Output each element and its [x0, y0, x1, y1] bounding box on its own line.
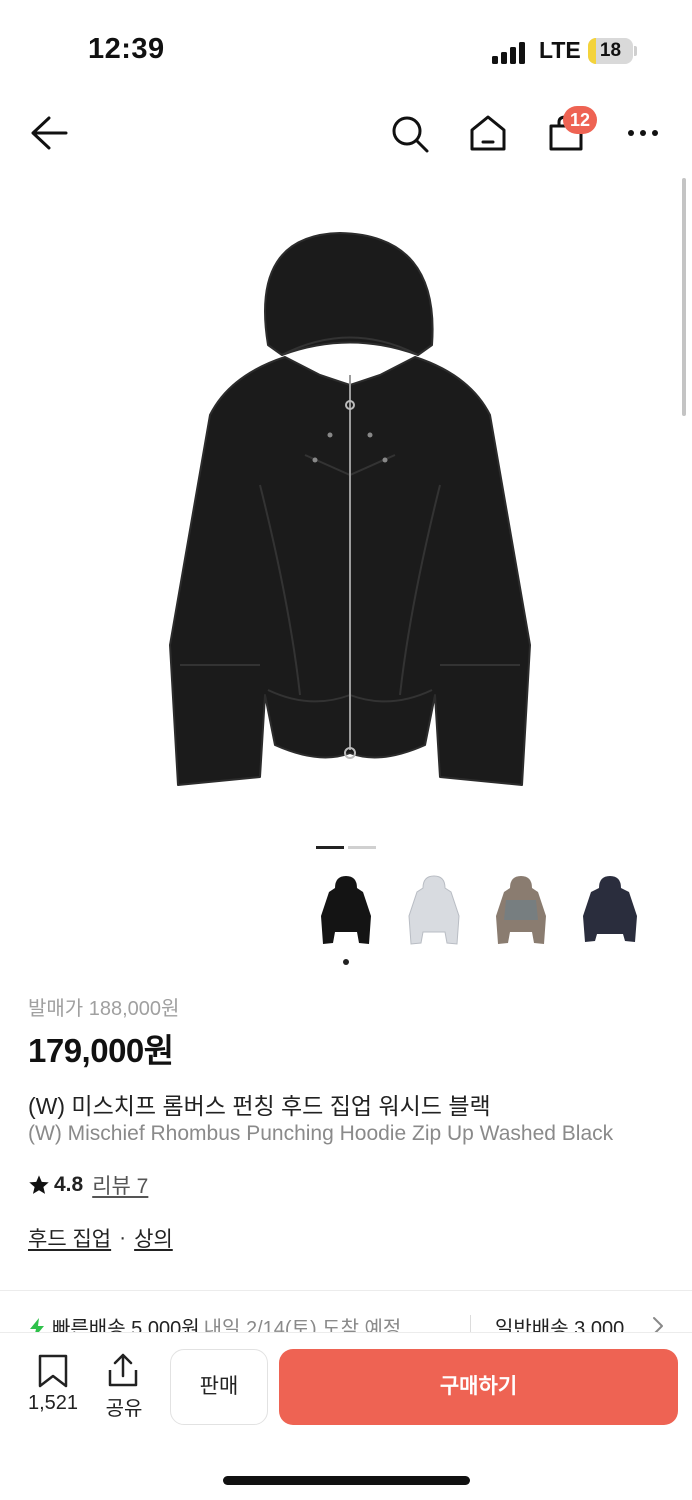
review-link[interactable]: 리뷰 7: [92, 1170, 148, 1200]
status-time: 12:39: [88, 33, 165, 65]
more-icon[interactable]: [627, 128, 659, 138]
pager-segment: [348, 846, 376, 849]
product-title-english-wrap: (W) Mischief Rhombus Punching Hoodie Zip…: [28, 1122, 692, 1152]
home-icon[interactable]: [469, 114, 507, 152]
search-icon[interactable]: [390, 114, 430, 154]
scrollbar[interactable]: [682, 178, 686, 416]
share-label: 공유: [105, 1398, 143, 1420]
product-title-korean: (W) 미스치프 롬버스 펀칭 후드 집업 워시드 블랙: [28, 1093, 491, 1119]
home-indicator[interactable]: [223, 1476, 470, 1485]
selected-thumbnail-dot: [343, 959, 349, 965]
release-price: 발매가 188,000원: [28, 998, 180, 1020]
category-breadcrumb: 후드 집업 · 상의: [28, 1223, 173, 1253]
category-link-tops[interactable]: 상의: [134, 1223, 173, 1253]
signal-strength-icon: [492, 40, 528, 64]
bookmark-icon[interactable]: [38, 1354, 68, 1388]
price: 179,000원: [28, 1032, 174, 1069]
category-separator: ·: [119, 1226, 127, 1249]
rating-value: 4.8: [54, 1173, 84, 1196]
sell-button[interactable]: 판매: [170, 1349, 268, 1425]
network-type: LTE: [539, 37, 581, 63]
cart-count-badge: 12: [563, 106, 597, 134]
battery-icon: 18: [588, 38, 633, 64]
bookmark-count: 1,521: [27, 1392, 79, 1414]
battery-tip: [634, 46, 637, 56]
status-bar: 12:39 LTE 18: [0, 0, 692, 100]
star-icon: [29, 1175, 49, 1194]
buy-button[interactable]: 구매하기: [279, 1349, 678, 1425]
thumbnail-light-grey[interactable]: [393, 870, 475, 952]
thumbnail-black[interactable]: [305, 870, 387, 952]
thumbnail-washed-brown[interactable]: [480, 870, 562, 952]
thumbnail-navy[interactable]: [569, 870, 651, 952]
share-icon[interactable]: [107, 1352, 139, 1388]
product-title-english: (W) Mischief Rhombus Punching Hoodie Zip…: [28, 1122, 614, 1145]
product-image[interactable]: [150, 225, 550, 815]
back-arrow-icon[interactable]: [30, 115, 68, 151]
category-link-hood-zip-up[interactable]: 후드 집업: [28, 1223, 111, 1253]
title-fade: [622, 1122, 692, 1152]
battery-percent: 18: [599, 40, 622, 61]
pager-segment: [316, 846, 344, 849]
color-thumbnails: [305, 870, 665, 960]
section-divider: [0, 1290, 692, 1291]
rating-row: 4.8 리뷰 7: [28, 1171, 148, 1199]
